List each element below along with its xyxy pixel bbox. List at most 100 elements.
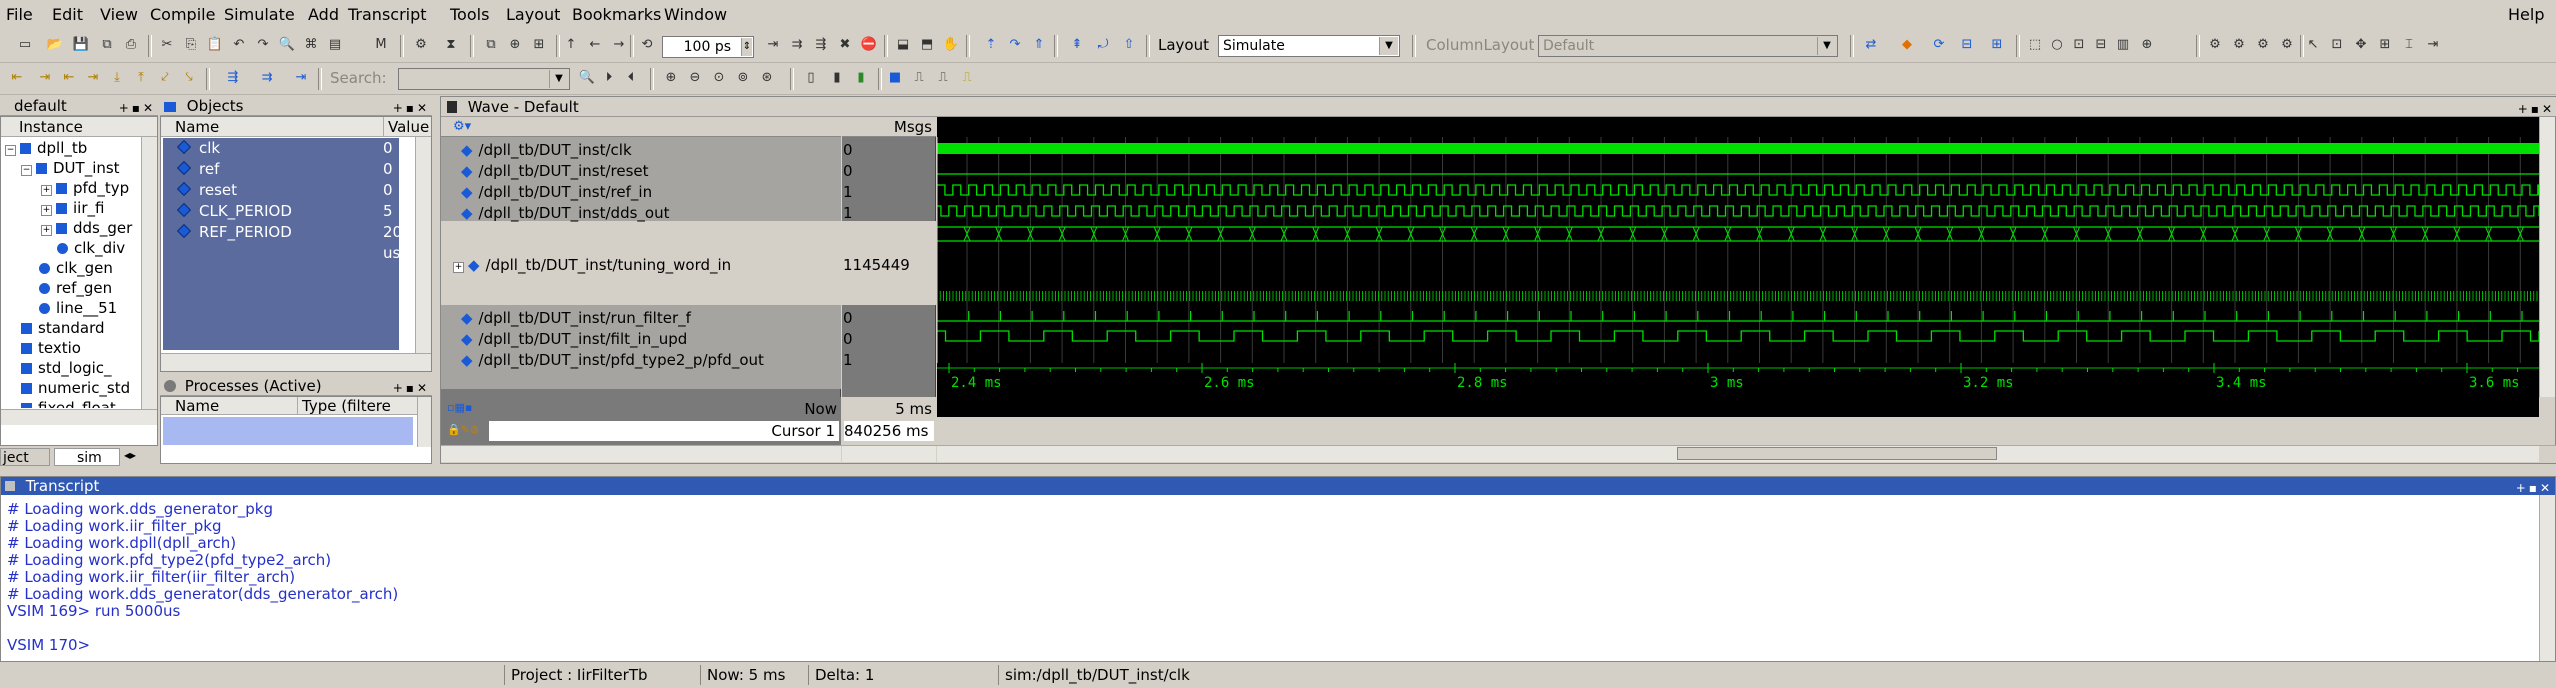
- expand-icon[interactable]: +: [453, 262, 464, 273]
- instance-column-header[interactable]: Instance: [1, 117, 157, 137]
- col-type[interactable]: Type (filtere: [297, 397, 391, 415]
- tab-scroll-icon[interactable]: ◂▸: [124, 448, 136, 462]
- step-back-icon[interactable]: ⇞: [1066, 34, 1088, 56]
- search-next-icon[interactable]: ⏵: [598, 67, 620, 89]
- tree-item[interactable]: + pfd_typ: [41, 178, 129, 198]
- compile-all-icon[interactable]: ⧗: [440, 34, 462, 56]
- object-row[interactable]: CLK_PERIOD5 ns: [163, 201, 400, 241]
- col-name[interactable]: Name: [175, 117, 219, 137]
- scrollbar-thumb[interactable]: [1677, 447, 1997, 460]
- run-icon[interactable]: ⇥: [762, 34, 784, 56]
- zoom-icon[interactable]: ⊞: [528, 34, 550, 56]
- redo-icon[interactable]: ↷: [252, 34, 274, 56]
- vertical-scrollbar[interactable]: [417, 397, 431, 447]
- step-over2-icon[interactable]: ↷: [1004, 34, 1026, 56]
- menu-layout[interactable]: Layout: [506, 5, 560, 24]
- fmt-2-icon[interactable]: ○: [2046, 34, 2068, 56]
- object-row[interactable]: clk 0: [163, 138, 399, 159]
- tab-sim[interactable]: sim: [54, 448, 120, 466]
- col-name[interactable]: Name: [175, 397, 219, 415]
- search-go-icon[interactable]: 🔍: [576, 67, 598, 89]
- up-arrow-icon[interactable]: ↑: [560, 34, 582, 56]
- horizontal-scrollbar[interactable]: [1, 409, 157, 425]
- menu-tools[interactable]: Tools: [450, 5, 489, 24]
- run-all-icon[interactable]: ⇶: [810, 34, 832, 56]
- panel-controls[interactable]: +▪✕: [119, 98, 156, 118]
- signal-row[interactable]: ◆ /dpll_tb/DUT_inst/pfd_type2_p/pfd_out: [461, 350, 764, 371]
- menu-file[interactable]: File: [6, 5, 33, 24]
- tree-item[interactable]: fixed_float: [21, 398, 116, 408]
- save-all-icon[interactable]: ⧉: [96, 34, 118, 56]
- edge-falling-icon[interactable]: ⎍: [908, 67, 930, 89]
- signal-row[interactable]: ◆ /dpll_tb/DUT_inst/ref_in: [461, 182, 652, 203]
- fmt-3-icon[interactable]: ⊡: [2068, 34, 2090, 56]
- vertical-scrollbar[interactable]: [2539, 117, 2555, 397]
- chevron-down-icon[interactable]: ▼: [1817, 37, 1836, 55]
- copy-icon[interactable]: ⎘: [180, 34, 202, 56]
- now-icons[interactable]: ▫▦▪: [447, 401, 472, 414]
- step-over-icon[interactable]: ⬒: [916, 34, 938, 56]
- horizontal-scrollbar[interactable]: [161, 353, 431, 371]
- divider-icon[interactable]: ⇥: [290, 67, 312, 89]
- wave-list-icon[interactable]: ⊞: [1986, 34, 2008, 56]
- signal-row[interactable]: ◆ /dpll_tb/DUT_inst/dds_out: [461, 203, 669, 224]
- gear-1-icon[interactable]: ⚙: [2204, 34, 2226, 56]
- memory-icon[interactable]: M: [370, 34, 392, 56]
- object-row[interactable]: REF_PERIOD 20 us: [163, 222, 402, 262]
- break-icon[interactable]: ⊕: [504, 34, 526, 56]
- cursor-mode-icon[interactable]: ⌶: [2398, 34, 2420, 56]
- menu-transcript[interactable]: Transcript: [348, 5, 427, 24]
- forward-icon[interactable]: →: [608, 34, 630, 56]
- menu-edit[interactable]: Edit: [52, 5, 83, 24]
- reverse-icon[interactable]: ⤾: [1092, 34, 1114, 56]
- waveform-scrollbar[interactable]: [937, 446, 2539, 462]
- wave-link-icon[interactable]: ⟳: [1928, 34, 1950, 56]
- tree-item[interactable]: − dpll_tb: [5, 138, 87, 158]
- tree-item[interactable]: std_logic_: [21, 358, 112, 378]
- edge-prev-icon[interactable]: ■: [884, 67, 906, 89]
- zoom-mode-icon[interactable]: ⊡: [2326, 34, 2348, 56]
- chevron-down-icon[interactable]: ▼: [549, 70, 568, 88]
- col-value[interactable]: Value: [383, 117, 429, 137]
- link-icon[interactable]: ⇥: [2422, 34, 2444, 56]
- tree-item[interactable]: line__51: [39, 298, 117, 318]
- layout-select[interactable]: Simulate ▼: [1218, 35, 1400, 57]
- tree-item[interactable]: standard: [21, 318, 105, 338]
- search-input[interactable]: ▼: [398, 68, 570, 90]
- expand-icon[interactable]: +: [41, 185, 52, 196]
- tree-item[interactable]: + iir_fi: [41, 198, 104, 218]
- continue-icon[interactable]: ⇉: [786, 34, 808, 56]
- bookmark-icon[interactable]: ⌘: [300, 34, 322, 56]
- save-icon[interactable]: 💾: [70, 34, 92, 56]
- vertical-scrollbar[interactable]: [415, 137, 431, 353]
- menu-window[interactable]: Window: [664, 5, 727, 24]
- edge-next-icon[interactable]: ⎍: [956, 67, 978, 89]
- indent-2-icon[interactable]: ⇥: [34, 67, 56, 89]
- tree-item[interactable]: ref_gen: [39, 278, 112, 298]
- step-out-icon[interactable]: ✋: [940, 34, 962, 56]
- edge-rising-icon[interactable]: ⎍: [932, 67, 954, 89]
- paste-icon[interactable]: 📋: [204, 34, 226, 56]
- lock-cursor-icon[interactable]: ▮: [850, 67, 872, 89]
- wave-add-icon[interactable]: ⇄: [1860, 34, 1882, 56]
- tree-item[interactable]: clk_gen: [39, 258, 113, 278]
- insert-cursor-icon[interactable]: ▯: [800, 67, 822, 89]
- step-out2-icon[interactable]: ⇑: [1028, 34, 1050, 56]
- gear-4-icon[interactable]: ⚙: [2276, 34, 2298, 56]
- collapse-icon[interactable]: ⇉: [256, 67, 278, 89]
- analyze-icon[interactable]: ▤: [324, 34, 346, 56]
- zoom-full-icon[interactable]: ⊙: [708, 67, 730, 89]
- fmt-4-icon[interactable]: ⊟: [2090, 34, 2112, 56]
- chevron-down-icon[interactable]: ▼: [1379, 37, 1398, 55]
- gear-2-icon[interactable]: ⚙: [2228, 34, 2250, 56]
- tab-project[interactable]: ject: [0, 448, 50, 466]
- indent-3-icon[interactable]: ⇤: [58, 67, 80, 89]
- tree-item[interactable]: + dds_ger: [41, 218, 132, 238]
- wave-color-icon[interactable]: ◆: [1896, 34, 1918, 56]
- back-icon[interactable]: ←: [584, 34, 606, 56]
- menu-help[interactable]: Help: [2508, 5, 2544, 24]
- find-icon[interactable]: 🔍: [276, 34, 298, 56]
- column-layout-select[interactable]: Default ▼: [1538, 35, 1838, 57]
- signal-row[interactable]: + ◆ /dpll_tb/DUT_inst/tuning_word_in: [453, 255, 731, 276]
- break-sim-icon[interactable]: ✖: [834, 34, 856, 56]
